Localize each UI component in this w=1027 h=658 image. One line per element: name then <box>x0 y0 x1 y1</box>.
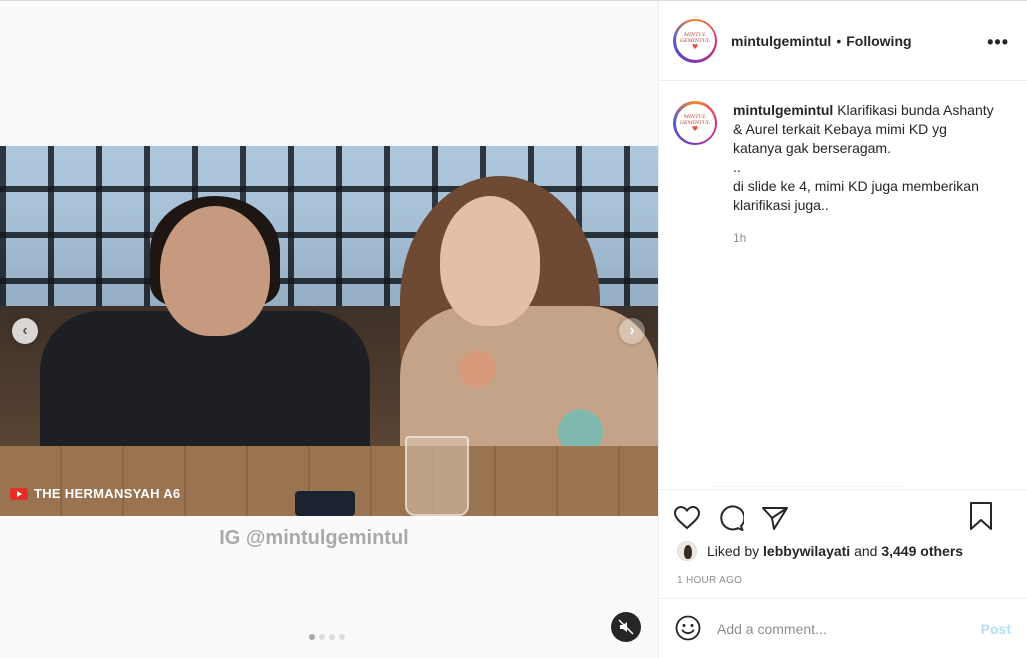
comment-button[interactable] <box>717 504 745 532</box>
comment-icon <box>720 504 744 531</box>
caption-timestamp[interactable]: 1h <box>733 229 995 248</box>
like-button[interactable] <box>673 504 701 532</box>
emoji-icon <box>675 615 701 641</box>
post-timestamp[interactable]: 1 HOUR AGO <box>677 575 742 586</box>
previous-slide-button[interactable]: ‹ <box>12 318 38 344</box>
comments-section: MINTUL GEMINTUL ♥ mintulgemintul Klarifi… <box>673 101 1013 487</box>
heart-logo-icon: ♥ <box>691 42 699 51</box>
caption-first-line: mintulgemintul Klarifikasi bunda Ashanty… <box>733 101 995 158</box>
comments-divider <box>713 481 903 487</box>
emoji-button[interactable] <box>675 615 703 643</box>
carousel-dot <box>339 634 345 640</box>
author-avatar-logo: MINTUL GEMINTUL ♥ <box>675 103 715 143</box>
carousel-indicator <box>309 634 345 640</box>
likes-others-link[interactable]: 3,449 others <box>881 543 963 559</box>
mute-icon <box>618 619 634 635</box>
heart-logo-icon: ♥ <box>691 125 699 133</box>
video-phone <box>295 491 355 516</box>
comment-form: Post <box>659 598 1027 658</box>
video-glass <box>405 436 469 516</box>
save-button[interactable] <box>967 502 995 530</box>
author-avatar[interactable]: MINTUL GEMINTUL ♥ <box>673 18 717 63</box>
caption-text: .. <box>733 159 741 175</box>
author-username-link[interactable]: mintulgemintul <box>731 33 831 49</box>
caption-author-avatar[interactable]: MINTUL GEMINTUL ♥ <box>673 101 717 145</box>
caption-comment: MINTUL GEMINTUL ♥ mintulgemintul Klarifi… <box>673 101 1013 248</box>
author-avatar-logo: MINTUL GEMINTUL ♥ <box>675 21 715 60</box>
heart-icon <box>674 505 700 529</box>
ig-watermark-text: IG @mintulgemintul <box>219 527 409 549</box>
video-person-right-face <box>440 196 540 326</box>
bookmark-icon <box>970 502 992 530</box>
youtube-watermark: THE HERMANSYAH A6 <box>10 486 180 501</box>
chevron-right-icon: › <box>629 322 635 339</box>
carousel-dot <box>329 634 335 640</box>
caption-text: di slide ke 4, mimi KD juga memberikan k… <box>733 178 979 213</box>
share-button[interactable] <box>761 504 789 532</box>
likes-prefix: Liked by <box>707 543 760 559</box>
liker-username-link[interactable]: lebbywilayati <box>763 543 850 559</box>
post-header: MINTUL GEMINTUL ♥ mintulgemintul • Follo… <box>659 1 1027 81</box>
mute-toggle-button[interactable] <box>611 612 641 642</box>
post-media: THE HERMANSYAH A6 IG @mintulgemintul ‹ › <box>0 0 658 658</box>
action-bar <box>659 489 1027 545</box>
next-slide-button[interactable]: › <box>619 318 645 344</box>
header-separator: • <box>836 32 842 49</box>
post-sidebar: MINTUL GEMINTUL ♥ mintulgemintul • Follo… <box>658 0 1027 658</box>
share-icon <box>762 506 788 530</box>
liker-avatar[interactable] <box>677 541 697 561</box>
youtube-watermark-text: THE HERMANSYAH A6 <box>34 486 181 501</box>
video-person-left-face <box>160 206 270 336</box>
following-button[interactable]: Following <box>846 33 911 49</box>
youtube-logo-icon <box>10 487 28 500</box>
chevron-left-icon: ‹ <box>22 322 28 339</box>
carousel-dot <box>309 634 315 640</box>
likes-joiner: and <box>854 543 878 559</box>
comment-input[interactable] <box>717 621 981 637</box>
caption-username-link[interactable]: mintulgemintul <box>733 102 833 118</box>
caption-body: mintulgemintul Klarifikasi bunda Ashanty… <box>733 101 995 248</box>
likes-summary: Liked by lebbywilayati and 3,449 others <box>677 541 963 561</box>
post-comment-button[interactable]: Post <box>981 621 1011 637</box>
video-player[interactable]: THE HERMANSYAH A6 <box>0 146 658 516</box>
carousel-dot <box>319 634 325 640</box>
more-options-icon[interactable]: ••• <box>987 32 1009 53</box>
